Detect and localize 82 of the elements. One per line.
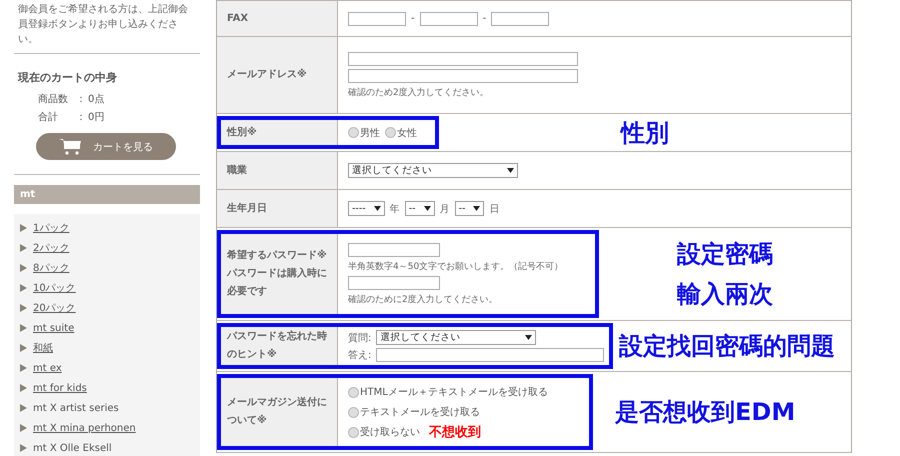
question-select[interactable]: 選択してください <box>376 330 536 345</box>
caret-icon <box>473 206 480 211</box>
field-label: パスワードを忘れた時のヒント※ <box>227 329 328 362</box>
cart-label: 合計 <box>38 110 59 125</box>
bullet-icon <box>20 364 27 372</box>
annotation-text: 設定找回密碼的問題 <box>619 332 835 360</box>
category-link[interactable]: 1パック <box>33 221 70 235</box>
email-confirm-input[interactable] <box>348 68 578 82</box>
bullet-icon <box>20 264 27 272</box>
field-label: FAX <box>227 12 250 26</box>
password-confirm-input[interactable] <box>348 276 440 290</box>
bullet-icon <box>20 424 27 432</box>
view-cart-button[interactable]: カートを見る <box>36 133 176 160</box>
annotation-text: 設定密碼 <box>677 240 773 268</box>
category-header: mt <box>14 185 200 204</box>
date-unit: 年 <box>390 202 400 216</box>
bullet-icon <box>20 344 27 352</box>
date-select[interactable]: -- <box>404 201 435 216</box>
category-link[interactable]: 8パック <box>33 261 70 275</box>
date-select[interactable]: ---- <box>348 201 385 216</box>
field-sublabel: パスワードは購入時に必要です <box>227 266 328 299</box>
category-link[interactable]: 10パック <box>33 281 76 295</box>
occupation-select[interactable]: 選択してください <box>348 163 518 178</box>
caret-icon <box>525 335 532 340</box>
separator: - <box>482 13 486 24</box>
answer-label: 答え: <box>348 349 372 362</box>
radio-option[interactable]: テキストメールを受け取る <box>348 404 579 420</box>
category-link[interactable]: mt X Olle Eksell <box>33 442 112 454</box>
category-link[interactable]: 20パック <box>33 301 76 315</box>
field-label: メールアドレス※ <box>227 68 308 82</box>
radio-option[interactable]: HTMLメール＋テキストメールを受け取る <box>348 384 579 400</box>
field-label: 職業 <box>227 164 248 178</box>
help-text: 確認のために2度入力してください。 <box>348 294 499 306</box>
category-link[interactable]: 2パック <box>33 241 70 255</box>
radio-option[interactable]: 男性 <box>348 126 380 140</box>
category-link[interactable]: mt for kids <box>33 382 87 394</box>
category-link[interactable]: mt X artist series <box>33 402 119 414</box>
radio-option[interactable]: 受け取らない 不想收到 <box>348 424 579 440</box>
category-link[interactable]: 和紙 <box>33 341 53 355</box>
fax-input[interactable] <box>348 12 406 26</box>
date-unit: 月 <box>440 202 450 216</box>
category-link[interactable]: mt ex <box>33 362 62 374</box>
separator: - <box>411 13 415 24</box>
bullet-icon <box>20 404 27 412</box>
bullet-icon <box>20 324 27 332</box>
date-select[interactable]: -- <box>454 201 484 216</box>
caret-icon <box>507 168 514 173</box>
help-text: 確認のため2度入力してください。 <box>348 86 490 98</box>
field-label: 性別※ <box>227 126 258 140</box>
bullet-icon <box>20 284 27 292</box>
cart-value: 0点 <box>88 92 104 107</box>
annotation-text: 輸入兩次 <box>677 280 773 308</box>
cart-icon <box>59 138 83 156</box>
bullet-icon <box>20 244 27 252</box>
fax-input[interactable] <box>491 12 550 26</box>
password-input[interactable] <box>348 242 440 256</box>
bullet-icon <box>20 444 27 452</box>
question-label: 質問: <box>348 332 372 344</box>
category-link[interactable]: mt suite <box>33 322 74 334</box>
annotation-text: 是否想收到EDM <box>615 398 796 426</box>
cart-label: 商品数 <box>38 92 69 107</box>
field-label: 生年月日 <box>227 202 268 216</box>
bullet-icon <box>20 304 27 312</box>
help-text: 半角英数字4～50文字でお願いします。（記号不可） <box>348 260 564 272</box>
cart-separator: ： <box>76 111 87 125</box>
caret-icon <box>424 206 431 211</box>
bullet-icon <box>20 384 27 392</box>
cart-value: 0円 <box>88 111 104 125</box>
field-label: 希望するパスワード※ <box>227 248 328 263</box>
radio-option[interactable]: 女性 <box>385 126 417 140</box>
member-notice: 御会員をご希望される方は、上記御会員登録ボタンよりお申し込みください。 <box>18 2 188 47</box>
bullet-icon <box>20 224 27 232</box>
email-input[interactable] <box>348 52 578 66</box>
annotation-text: 性別 <box>621 118 669 146</box>
field-label: メールマガジン送付について※ <box>227 396 328 428</box>
answer-input[interactable] <box>376 348 604 362</box>
category-link[interactable]: mt X mina perhonen <box>33 422 136 434</box>
cart-separator: ： <box>76 93 87 107</box>
date-unit: 日 <box>489 202 500 216</box>
cart-title: 現在のカートの中身 <box>18 70 118 85</box>
caret-icon <box>374 206 381 211</box>
fax-input[interactable] <box>420 12 478 26</box>
